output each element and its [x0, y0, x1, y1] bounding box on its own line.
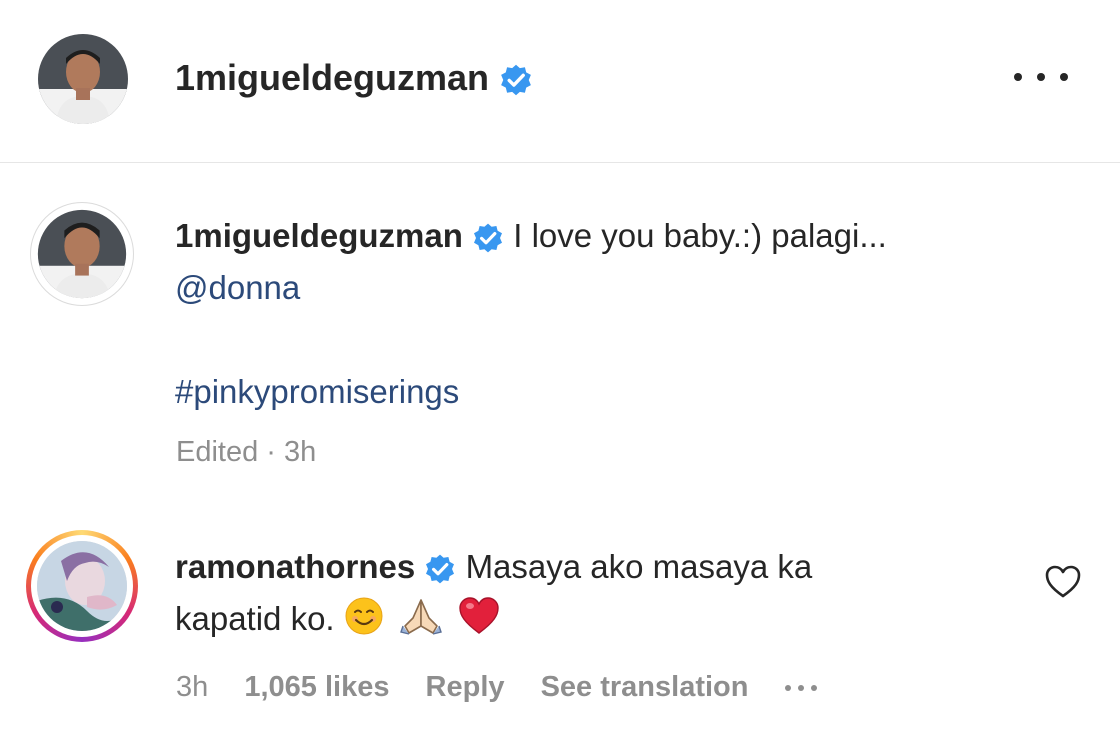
comment-likes-count[interactable]: 1,065 likes	[244, 664, 389, 710]
comment-timestamp[interactable]: 3h	[176, 664, 208, 710]
caption-line-2: @donna	[175, 262, 1055, 314]
caption-author-avatar[interactable]	[30, 202, 134, 306]
commenter-avatar[interactable]	[37, 541, 127, 631]
header-username[interactable]: 1migueldeguzman	[175, 57, 489, 98]
see-translation-button[interactable]: See translation	[541, 664, 749, 710]
red-heart-emoji	[458, 596, 500, 651]
more-horizontal-icon	[1014, 73, 1022, 81]
folded-hands-emoji	[399, 596, 443, 651]
mention-link[interactable]: @donna	[175, 269, 300, 306]
caption-line-3: #pinkypromiserings	[175, 366, 1055, 418]
comment-text-2: kapatid ko.	[175, 600, 335, 637]
caption-meta: Edited · 3h	[176, 430, 316, 474]
smiling-face-emoji	[344, 596, 384, 651]
comment-more-options-icon[interactable]	[784, 685, 817, 692]
comment-text-1: Masaya ako masaya ka	[465, 548, 813, 585]
more-options-button[interactable]	[1014, 62, 1068, 92]
post-caption: 1migueldeguzman I love you baby.:) palag…	[175, 210, 1055, 418]
verified-badge-icon	[499, 63, 533, 97]
caption-line-1: 1migueldeguzman I love you baby.:) palag…	[175, 210, 1055, 262]
post-header: 1migueldeguzman	[0, 0, 1120, 163]
author-avatar[interactable]	[38, 34, 128, 124]
reply-button[interactable]: Reply	[426, 664, 505, 710]
meta-separator: ·	[266, 436, 276, 468]
edited-label: Edited	[176, 436, 259, 468]
comment-line-1: ramonathornes Masaya ako masaya ka	[175, 541, 995, 593]
caption-username[interactable]: 1migueldeguzman	[175, 217, 463, 254]
verified-badge-icon	[424, 553, 456, 585]
header-username-row: 1migueldeguzman	[175, 52, 533, 104]
caption-timestamp[interactable]: 3h	[284, 436, 316, 468]
commenter-username[interactable]: ramonathornes	[175, 548, 415, 585]
verified-badge-icon	[472, 222, 504, 254]
hashtag-link[interactable]: #pinkypromiserings	[175, 373, 459, 410]
comment-body: ramonathornes Masaya ako masaya ka kapat…	[175, 541, 995, 651]
like-comment-heart-icon[interactable]	[1044, 564, 1082, 600]
caption-text: I love you baby.:) palagi...	[513, 217, 887, 254]
comment-line-2: kapatid ko.	[175, 593, 995, 651]
comment-actions: 3h 1,065 likes Reply See translation	[176, 664, 845, 710]
